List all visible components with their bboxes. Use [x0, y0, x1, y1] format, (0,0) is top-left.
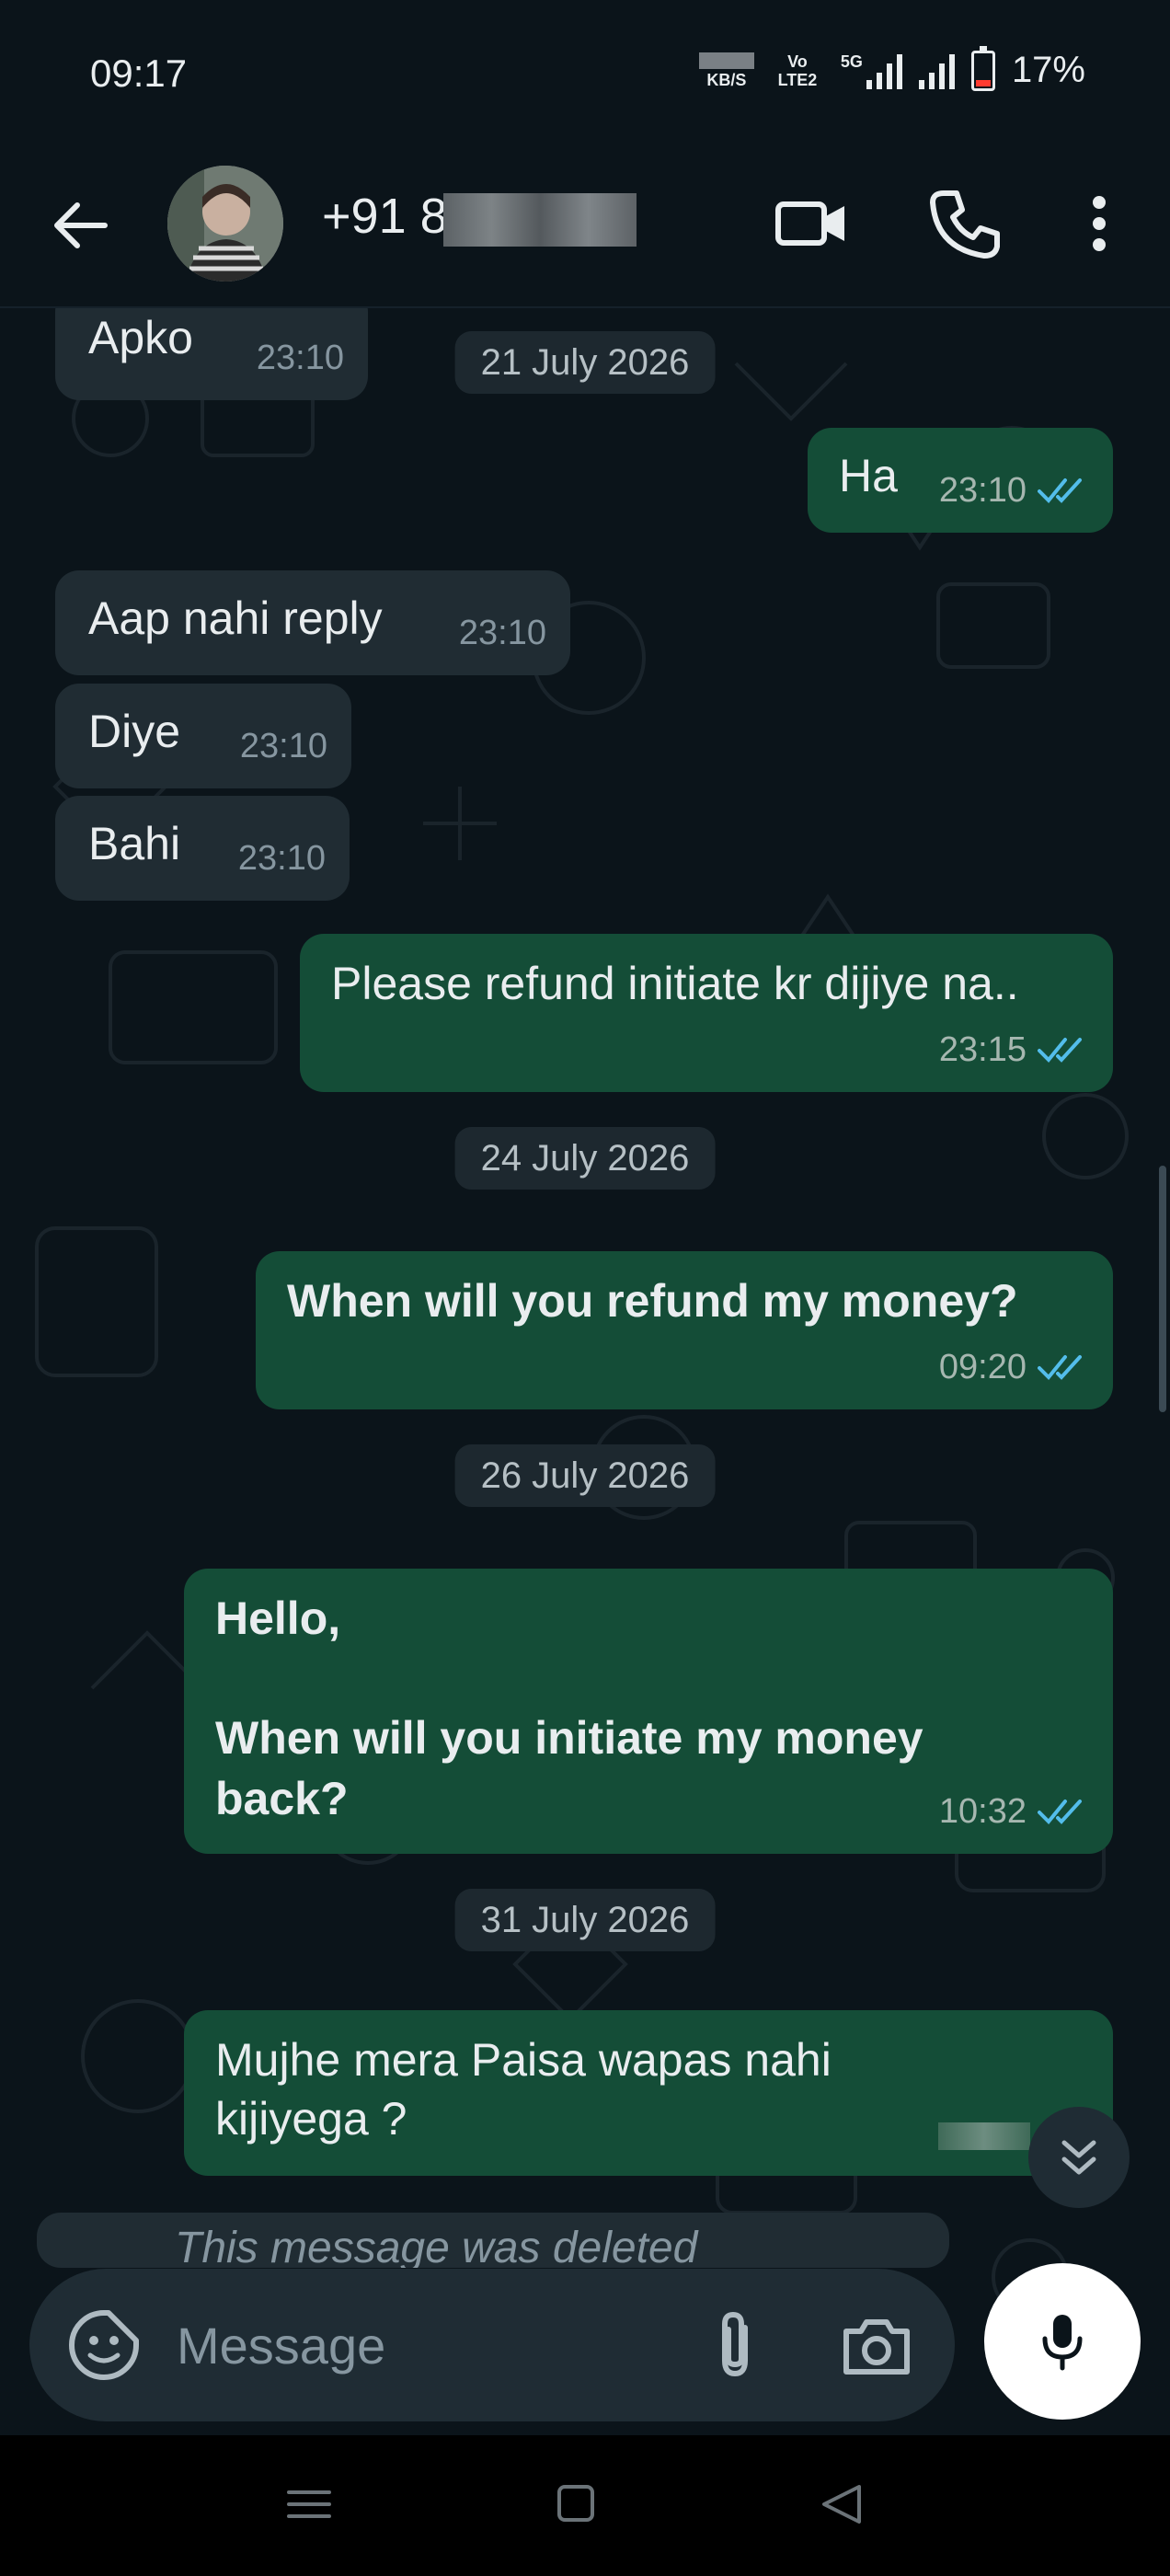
- message-text-line: When will you initiate my money: [215, 1712, 923, 1764]
- back-nav-icon[interactable]: [806, 2472, 879, 2536]
- double-chevron-down-icon: [1061, 2140, 1096, 2175]
- signal-2-icon: [918, 52, 955, 89]
- home-icon[interactable]: [539, 2472, 613, 2536]
- message-text: When will you refund my money?: [287, 1275, 1018, 1327]
- message-outgoing[interactable]: Ha 23:10: [808, 428, 1113, 533]
- date-separator: 26 July 2026: [454, 1444, 716, 1507]
- date-separator: 31 July 2026: [454, 1889, 716, 1951]
- message-outgoing[interactable]: When will you refund my money? 09:20: [256, 1251, 1113, 1409]
- message-time: 10:32: [938, 1792, 1027, 1831]
- camera-icon[interactable]: [835, 2306, 918, 2388]
- read-ticks-icon: [1038, 478, 1082, 503]
- more-options-icon[interactable]: [1056, 182, 1142, 265]
- message-time: 09:20: [938, 1348, 1027, 1386]
- message-text: Ha: [839, 450, 898, 501]
- message-text-line: kijiyega ?: [215, 2093, 407, 2145]
- back-arrow-icon[interactable]: [44, 189, 118, 262]
- voice-call-icon[interactable]: [923, 182, 1006, 265]
- message-meta: 23:10: [257, 328, 344, 387]
- message-text: Diye: [88, 706, 181, 757]
- message-time: 23:10: [256, 339, 344, 377]
- volte-indicator: Vo LTE2: [777, 52, 818, 89]
- battery-icon: [970, 45, 995, 91]
- contact-avatar[interactable]: [167, 166, 283, 282]
- status-time: 09:17: [90, 52, 188, 95]
- avatar-image: [167, 166, 283, 282]
- message-input[interactable]: [177, 2306, 637, 2385]
- message-outgoing[interactable]: Hello, When will you initiate my money b…: [184, 1569, 1113, 1854]
- message-incoming[interactable]: Aap nahi reply 23:10: [55, 570, 570, 675]
- battery-percent: 17%: [1011, 50, 1085, 90]
- message-meta: 23:15: [939, 1020, 1089, 1079]
- message-text: Bahi: [88, 818, 181, 869]
- message-meta: 23:10: [939, 461, 1089, 520]
- status-bar: 09:17 KB/S Vo LTE2 5G 17%: [0, 0, 1170, 156]
- net-speed-value: [698, 52, 754, 69]
- message-text: Please refund initiate kr dijiye na..: [331, 958, 1019, 1009]
- message-incoming[interactable]: Bahi 23:10: [55, 796, 350, 901]
- redacted-number-mask: [443, 193, 637, 247]
- message-composer: [29, 2269, 955, 2421]
- message-text-line: Hello,: [215, 1593, 341, 1644]
- recent-apps-icon[interactable]: [272, 2472, 346, 2536]
- message-text-line: back?: [215, 1773, 349, 1824]
- date-separator: 21 July 2026: [454, 331, 716, 394]
- battery-fill: [975, 80, 991, 86]
- message-time: 23:10: [458, 614, 546, 652]
- deleted-message-text: This message was deleted: [175, 2224, 698, 2268]
- message-outgoing[interactable]: Mujhe mera Paisa wapas nahi kijiyega ?: [184, 2010, 1113, 2176]
- redacted-time-mask: [938, 2122, 1030, 2150]
- message-time: 23:10: [237, 839, 326, 878]
- message-incoming[interactable]: Diye 23:10: [55, 684, 351, 788]
- scroll-to-bottom-button[interactable]: [1028, 2107, 1130, 2208]
- net-speed-unit: KB/S: [706, 70, 747, 89]
- network-type: 5G: [840, 52, 863, 71]
- read-ticks-icon: [1038, 1038, 1082, 1063]
- read-ticks-icon: [1038, 1800, 1082, 1824]
- microphone-icon: [1042, 2315, 1083, 2371]
- deleted-message-peek: This message was deleted: [37, 2213, 949, 2268]
- message-meta: 09:20: [939, 1338, 1089, 1397]
- message-meta: 10:32: [939, 1782, 1089, 1841]
- read-ticks-icon: [1038, 1355, 1082, 1380]
- paperclip-icon[interactable]: [694, 2304, 776, 2386]
- message-text: Aap nahi reply: [88, 592, 383, 644]
- message-time: 23:10: [239, 727, 327, 765]
- status-indicators: KB/S Vo LTE2 5G 17%: [698, 45, 1085, 91]
- message-time: 23:10: [938, 471, 1027, 510]
- message-text-line: Mujhe mera Paisa wapas nahi: [215, 2034, 832, 2086]
- net-speed-indicator: KB/S: [698, 52, 754, 89]
- chat-header: +91 8 27...: [0, 156, 1170, 308]
- signal-1-icon: 5G: [841, 52, 902, 89]
- message-text: Apko: [88, 312, 193, 363]
- message-meta: 23:10: [240, 717, 327, 776]
- scroll-indicator[interactable]: [1159, 1166, 1166, 1412]
- message-meta: 23:10: [238, 829, 326, 888]
- emoji-sticker-icon[interactable]: [64, 2306, 143, 2385]
- message-outgoing[interactable]: Please refund initiate kr dijiye na.. 23…: [300, 934, 1113, 1092]
- system-navigation-bar: [0, 2435, 1170, 2576]
- message-incoming[interactable]: Apko 23:10: [55, 308, 368, 400]
- message-meta: 23:10: [459, 604, 546, 662]
- chat-area[interactable]: Apko 23:10 21 July 2026 Ha 23:10 Aap nah…: [0, 308, 1170, 2435]
- message-time: 23:15: [938, 1030, 1027, 1069]
- video-call-icon[interactable]: [771, 182, 854, 265]
- voice-message-button[interactable]: [984, 2263, 1141, 2420]
- date-separator: 24 July 2026: [454, 1127, 716, 1190]
